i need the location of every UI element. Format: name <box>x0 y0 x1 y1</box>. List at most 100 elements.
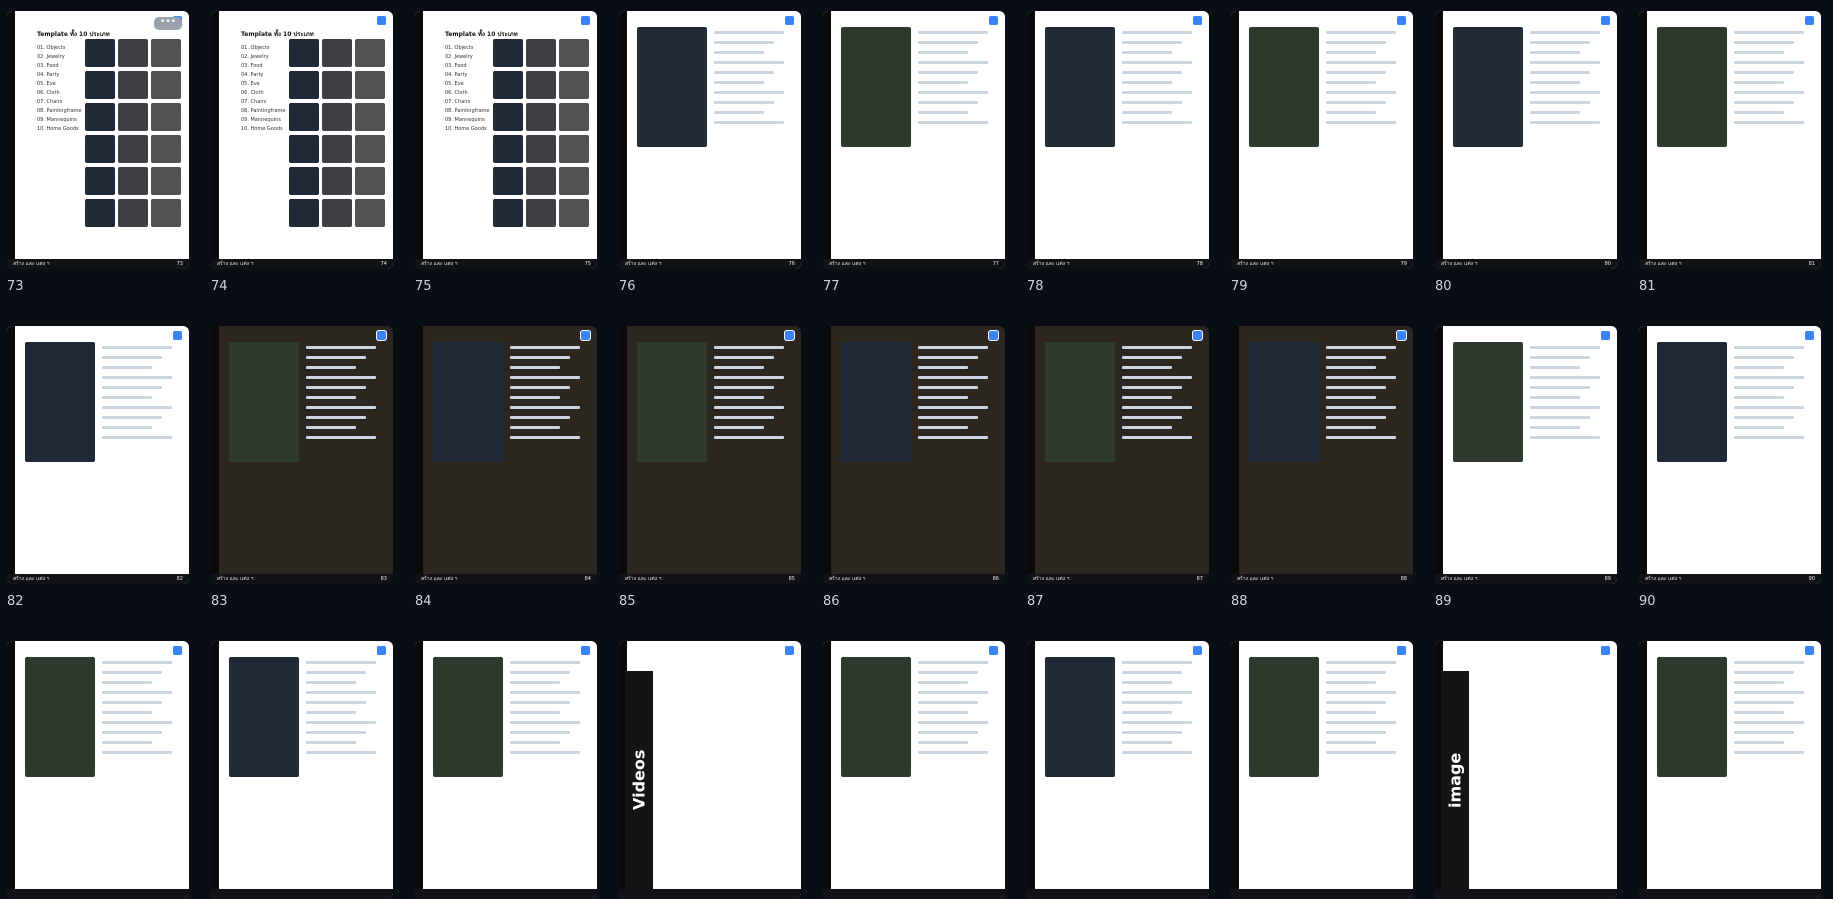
slide-number-label: 81 <box>1639 279 1656 294</box>
text-line <box>102 426 152 429</box>
slide-thumbnail[interactable]: Template ทั้ง 10 ประเภท 01. Objects 02. Je… <box>415 11 597 269</box>
template-preview-image <box>322 135 352 163</box>
template-preview-image <box>493 39 523 67</box>
slide-cell[interactable]: สร้าง และ แต่ง ฯ 79 79 <box>1231 11 1419 326</box>
slide-cell[interactable]: สร้าง และ แต่ง ฯ 78 78 <box>1027 11 1215 326</box>
footer-left-text: สร้าง และ แต่ง ฯ <box>1033 261 1070 267</box>
slide-thumbnail[interactable]: สร้าง และ แต่ง ฯ 87 <box>1027 326 1209 584</box>
slide-thumbnail[interactable]: image <box>1435 641 1617 899</box>
more-options-icon[interactable]: ••• <box>154 17 182 30</box>
text-line <box>918 61 988 64</box>
text-line <box>714 376 784 379</box>
text-line <box>1326 346 1396 349</box>
text-line <box>1530 396 1580 399</box>
text-line <box>306 376 376 379</box>
slide-cell[interactable] <box>1639 641 1827 899</box>
slide-thumbnail[interactable] <box>1639 641 1821 899</box>
slide-thumbnail[interactable]: สร้าง และ แต่ง ฯ 88 <box>1231 326 1413 584</box>
slide-cell[interactable]: สร้าง และ แต่ง ฯ 76 76 <box>619 11 807 326</box>
slide-thumbnail[interactable]: สร้าง และ แต่ง ฯ 79 <box>1231 11 1413 269</box>
slide-thumbnail[interactable]: สร้าง และ แต่ง ฯ 76 <box>619 11 801 269</box>
slide-cell[interactable]: สร้าง และ แต่ง ฯ 81 81 <box>1639 11 1827 326</box>
slide-image <box>1045 657 1115 777</box>
slide-number-label: 75 <box>415 279 432 294</box>
text-line <box>510 346 580 349</box>
slide-cell[interactable]: Template ทั้ง 10 ประเภท 01. Objects 02. Je… <box>211 11 399 326</box>
slide-cell[interactable]: สร้าง และ แต่ง ฯ 80 80 <box>1435 11 1623 326</box>
slide-cell[interactable]: สร้าง และ แต่ง ฯ 83 83 <box>211 326 399 641</box>
text-line <box>102 721 172 724</box>
slide-thumbnail[interactable]: Template ทั้ง 10 ประเภท 01. Objects 02. Je… <box>7 11 189 269</box>
slide-cell[interactable]: สร้าง และ แต่ง ฯ 87 87 <box>1027 326 1215 641</box>
slide-edge <box>415 11 423 269</box>
slide-thumbnail[interactable] <box>823 641 1005 899</box>
slide-thumbnail[interactable]: Template ทั้ง 10 ประเภท 01. Objects 02. Je… <box>211 11 393 269</box>
text-line <box>306 671 366 674</box>
slide-cell[interactable]: Template ทั้ง 10 ประเภท 01. Objects 02. Je… <box>415 11 603 326</box>
template-preview-image <box>289 39 319 67</box>
slide-cell[interactable]: สร้าง และ แต่ง ฯ 85 85 <box>619 326 807 641</box>
slide-cell[interactable] <box>1231 641 1419 899</box>
text-line <box>1326 81 1376 84</box>
slide-image <box>25 657 95 777</box>
slide-edge <box>619 11 627 269</box>
text-line <box>1734 51 1784 54</box>
slide-thumbnail[interactable]: สร้าง และ แต่ง ฯ 77 <box>823 11 1005 269</box>
slide-cell[interactable]: สร้าง และ แต่ง ฯ 77 77 <box>823 11 1011 326</box>
slide-edge <box>211 641 219 899</box>
template-preview-image <box>493 71 523 99</box>
slide-thumbnail[interactable]: สร้าง และ แต่ง ฯ 86 <box>823 326 1005 584</box>
slide-thumbnail[interactable]: สร้าง และ แต่ง ฯ 83 <box>211 326 393 584</box>
slide-cell[interactable]: Videos <box>619 641 807 899</box>
template-list-item: 07. Chairs <box>241 99 267 105</box>
slide-thumbnail[interactable]: สร้าง และ แต่ง ฯ 89 <box>1435 326 1617 584</box>
slide-thumbnail[interactable]: สร้าง และ แต่ง ฯ 81 <box>1639 11 1821 269</box>
slide-thumbnail[interactable]: สร้าง และ แต่ง ฯ 90 <box>1639 326 1821 584</box>
template-list-item: 03. Food <box>241 63 263 69</box>
text-line <box>714 346 784 349</box>
text-line <box>1530 376 1600 379</box>
footer-page-number: 87 <box>1196 576 1203 582</box>
slide-cell[interactable]: สร้าง และ แต่ง ฯ 88 88 <box>1231 326 1419 641</box>
text-line <box>1122 721 1192 724</box>
slide-edge <box>1639 326 1647 584</box>
text-line <box>306 386 366 389</box>
slide-cell[interactable] <box>7 641 195 899</box>
slide-cell[interactable] <box>415 641 603 899</box>
template-list-item: 04. Party <box>445 72 468 78</box>
slide-cell[interactable]: สร้าง และ แต่ง ฯ 84 84 <box>415 326 603 641</box>
slide-thumbnail[interactable]: สร้าง และ แต่ง ฯ 78 <box>1027 11 1209 269</box>
template-list-item: 10. Home Goods <box>37 126 79 132</box>
slide-cell[interactable]: Template ทั้ง 10 ประเภท 01. Objects 02. Je… <box>7 11 195 326</box>
cloud-badge-icon <box>988 15 999 26</box>
text-line <box>1122 356 1182 359</box>
slide-cell[interactable]: สร้าง และ แต่ง ฯ 86 86 <box>823 326 1011 641</box>
slide-thumbnail[interactable]: สร้าง และ แต่ง ฯ 84 <box>415 326 597 584</box>
slide-cell[interactable] <box>823 641 1011 899</box>
cloud-badge-icon <box>988 330 999 341</box>
slide-cell[interactable]: สร้าง และ แต่ง ฯ 89 89 <box>1435 326 1623 641</box>
text-line <box>510 436 580 439</box>
slide-thumbnail[interactable] <box>211 641 393 899</box>
slide-cell[interactable]: image <box>1435 641 1623 899</box>
text-line <box>714 61 784 64</box>
slide-cell[interactable]: สร้าง และ แต่ง ฯ 90 90 <box>1639 326 1827 641</box>
slide-thumbnail[interactable] <box>415 641 597 899</box>
slide-cell[interactable] <box>211 641 399 899</box>
slide-thumbnail[interactable]: สร้าง และ แต่ง ฯ 85 <box>619 326 801 584</box>
slide-thumbnail[interactable] <box>7 641 189 899</box>
slide-thumbnail[interactable] <box>1027 641 1209 899</box>
template-list-item: 09. Mannequins <box>445 117 485 123</box>
slide-thumbnail[interactable]: สร้าง และ แต่ง ฯ 80 <box>1435 11 1617 269</box>
slide-cell[interactable]: สร้าง และ แต่ง ฯ 82 82 <box>7 326 195 641</box>
slide-image <box>1657 27 1727 147</box>
slide-thumbnail[interactable] <box>1231 641 1413 899</box>
text-line <box>714 41 774 44</box>
text-line <box>1734 701 1794 704</box>
slide-thumbnail[interactable]: สร้าง และ แต่ง ฯ 82 <box>7 326 189 584</box>
slide-cell[interactable] <box>1027 641 1215 899</box>
template-list-item: 07. Chairs <box>37 99 63 105</box>
text-line <box>102 661 172 664</box>
slide-thumbnail[interactable]: Videos <box>619 641 801 899</box>
text-line <box>1122 671 1182 674</box>
